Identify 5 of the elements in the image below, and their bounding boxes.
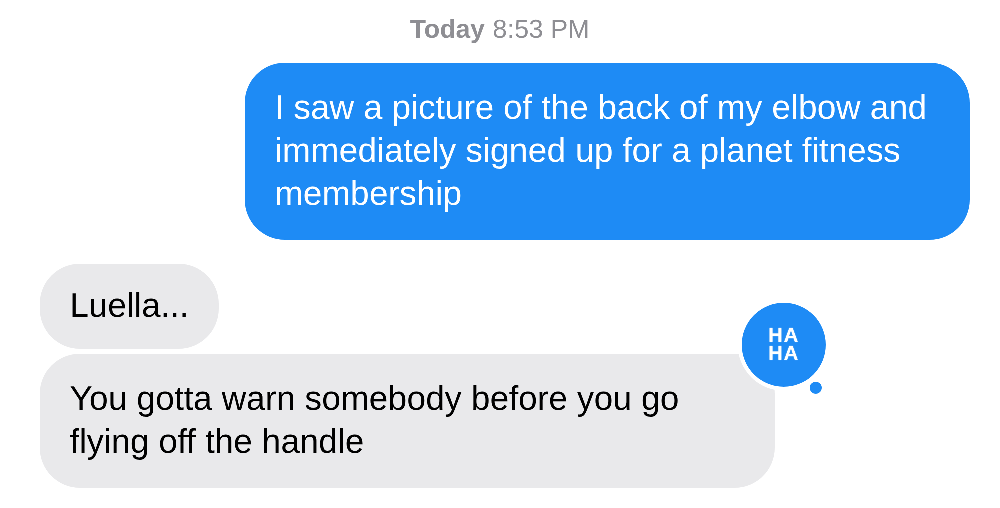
message-bubble: I saw a picture of the back of my elbow and immediately signed up for a planet fitness membership	[245, 63, 970, 240]
timestamp-time: 8:53 PM	[492, 14, 590, 45]
message-bubble: Luella...	[40, 264, 220, 349]
timestamp-day: Today	[410, 14, 485, 45]
reaction-tail-dot	[810, 382, 822, 394]
